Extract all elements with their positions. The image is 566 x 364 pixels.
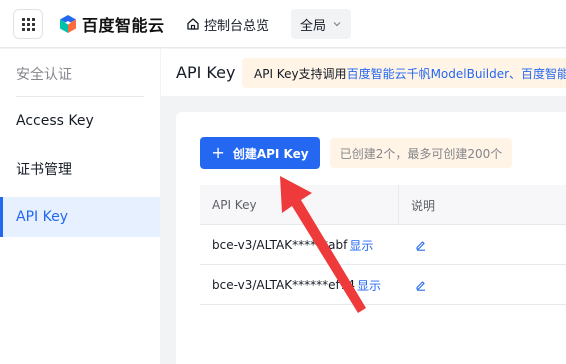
grid-icon [21,17,35,31]
api-key-cell: bce-v3/ALTAK******ef74 显示 [200,265,399,305]
sidebar-item-certificate-management[interactable]: 证书管理 [0,149,160,189]
page-header: API Key API Key支持调用 百度智能云千帆ModelBuilder、百… [161,49,566,96]
notice-text: API Key支持调用 [254,66,347,81]
column-header-api-key: API Key [200,185,399,225]
api-key-value: bce-v3/ALTAK******ef74 [212,278,355,292]
brand-logo[interactable]: 百度智能云 [58,14,165,35]
top-navigation-bar: 百度智能云 控制台总览 全局 [0,0,566,48]
key-count-tip: 已创建2个，最多可创建200个 [330,138,512,168]
api-key-value: bce-v3/ALTAK******abf [212,238,348,252]
chevron-down-icon [333,22,341,27]
console-overview-link[interactable]: 控制台总览 [186,14,269,34]
table-row: bce-v3/ALTAK******abf 显示 [200,225,566,265]
api-key-card: + 创建API Key 已创建2个，最多可创建200个 API Key 说明 b… [176,112,566,364]
apps-menu-button[interactable] [13,9,43,39]
api-key-cell: bce-v3/ALTAK******abf 显示 [200,225,399,265]
edit-icon[interactable] [415,239,427,251]
plus-icon: + [211,143,225,162]
create-api-key-button[interactable]: + 创建API Key [200,137,320,169]
api-key-table: API Key 说明 bce-v3/ALTAK******abf 显示 bce-… [200,185,566,305]
table-header: API Key 说明 [200,185,566,225]
sidebar-section-title: 安全认证 [16,67,72,83]
console-overview-label: 控制台总览 [204,18,270,34]
sidebar-item-access-key[interactable]: Access Key [0,101,160,141]
brand-name: 百度智能云 [82,16,165,35]
show-key-link[interactable]: 显示 [349,237,373,254]
sidebar-item-label: 证书管理 [16,162,72,178]
sidebar-divider [16,96,144,97]
baidu-cloud-logo-icon [60,15,76,33]
show-key-link[interactable]: 显示 [357,277,381,294]
notice-link[interactable]: 百度智能云千帆ModelBuilder、百度智能云 [347,65,566,82]
sidebar-item-api-key[interactable]: API Key [0,197,160,237]
table-row: bce-v3/ALTAK******ef74 显示 [200,265,566,305]
home-icon [187,18,199,30]
region-value: 全局 [300,18,327,34]
column-header-description: 说明 [411,198,436,213]
create-api-key-label: 创建API Key [232,146,309,161]
api-key-notice: API Key支持调用 百度智能云千帆ModelBuilder、百度智能云 [242,58,566,88]
sidebar: 安全认证 Access Key 证书管理 API Key [0,49,160,364]
description-cell [399,225,566,265]
page-title: API Key [176,63,236,82]
region-select[interactable]: 全局 [291,9,351,39]
description-cell [399,265,566,305]
sidebar-item-label: API Key [16,209,68,225]
sidebar-item-label: Access Key [16,113,94,129]
edit-icon[interactable] [415,279,427,291]
